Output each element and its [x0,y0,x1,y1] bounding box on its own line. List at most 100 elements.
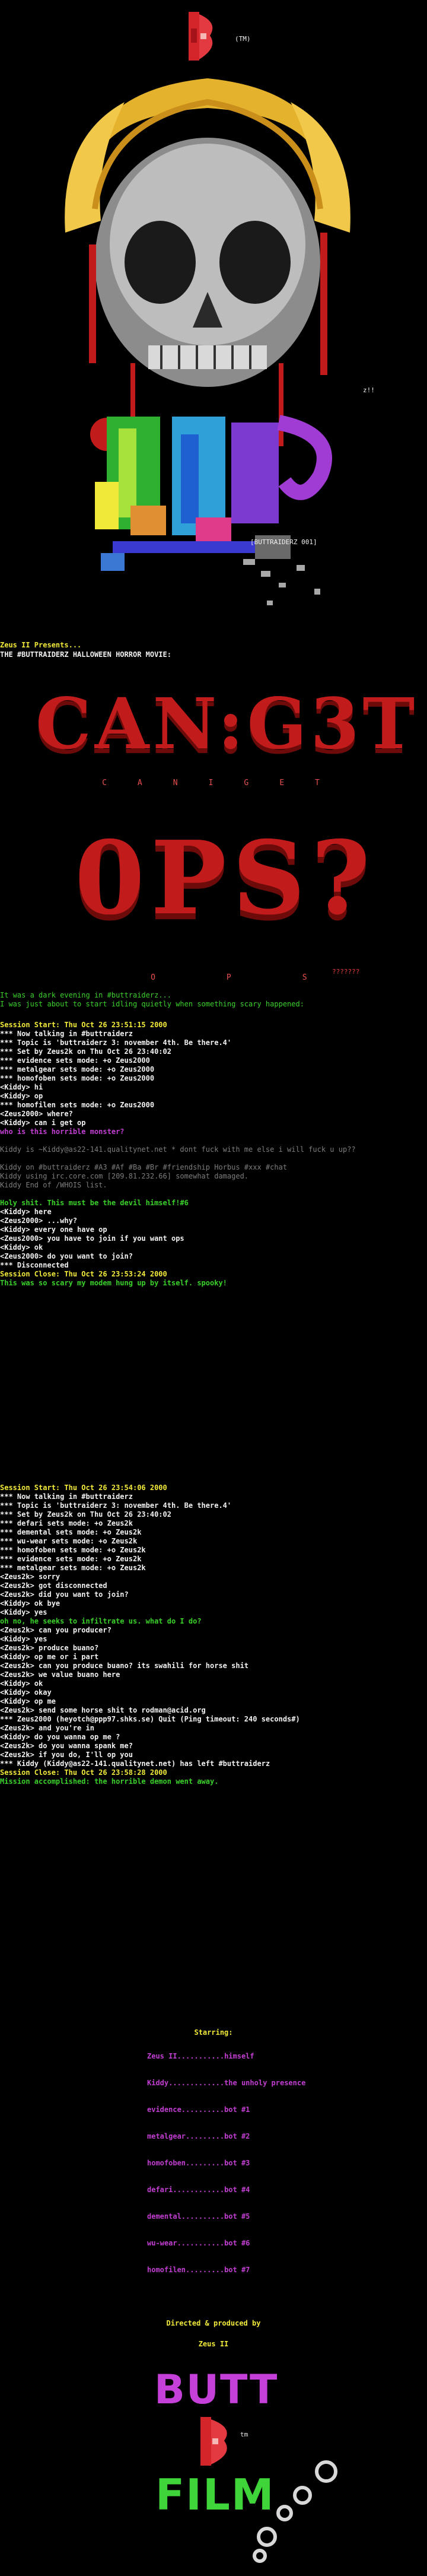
chat-line: <Kiddy> ok [0,1679,43,1688]
title-letters-1: C A N I G E T [89,779,333,787]
chat-line: *** Topic is 'buttraiderz 3: november 4t… [0,1501,232,1510]
credits-cast-row: wu-wear...........bot #6 [147,2239,384,2248]
title-letter: O [151,973,155,982]
chat-line: <Zeus2k> can you produce buano? its swah… [0,1662,249,1670]
intro-line: It was a dark evening in #buttraiderz... [0,991,171,999]
credits-cast-role: bot #7 [224,2266,250,2274]
art-tag: [BUTTRAIDERZ 001] [250,538,317,546]
chat-line: Kiddy on #buttraiderz #A3 #Af #Ba #Br #f… [0,1163,288,1171]
chat-line: *** Disconnected [0,1261,69,1269]
credits-cast-dots: ......... [186,2159,225,2167]
chat-line: <Kiddy> here [0,1208,52,1216]
chat-line: <Kiddy> yes [0,1635,47,1643]
chat-line: *** Zeus2000 (heyotch@ppp97.shks.se) Qui… [0,1715,300,1723]
credits-cast-role: himself [224,2052,254,2060]
chat-line: *** Kiddy (Kiddy@as22-141.qualitynet.net… [0,1759,270,1768]
credits-cast-role: bot #3 [224,2159,250,2167]
intro-text: It was a dark evening in #buttraiderz...… [0,991,304,1009]
chat-line: Holy shit. This must be the devil himsel… [0,1199,189,1207]
chat-line: *** Topic is 'buttraiderz 3: november 4t… [0,1038,232,1047]
chat-line: This was so scary my modem hung up by it… [0,1279,227,1287]
credits-cast-role: bot #6 [224,2239,250,2247]
chat-line: <Kiddy> okay [0,1688,52,1697]
bottom-logo: BUTT tm FILM [148,2365,350,2572]
chat-line: Kiddy is ~Kiddy@as22-141.qualitynet.net … [0,1145,356,1154]
chat-line: <Zeus2k> if you do, I'll op you [0,1751,133,1759]
credits-cast-row: homofilen.........bot #7 [147,2266,384,2275]
chat-line: <Zeus2k> sorry [0,1573,60,1581]
bottom-logo-glyph [200,2417,227,2466]
title-letter: P [226,973,231,982]
credits-cast-name: demental [147,2212,181,2221]
skull-artwork [42,66,374,618]
credits-cast-name: defari [147,2186,173,2194]
movie-line: THE #BUTTRAIDERZ HALLOWEEN HORROR MOVIE: [0,650,171,659]
credits-starring: Starring: [194,2028,233,2037]
credits-cast-row: metalgear.........bot #2 [147,2132,384,2141]
chat-line: <Zeus2000> ...why? [0,1216,78,1225]
bubbles-decoration [253,2460,337,2563]
art-signature: z!! [363,386,375,394]
credits-cast-role: bot #2 [224,2132,250,2140]
chat-log-session-2: Session Start: Thu Oct 26 23:54:06 2000 *… [0,1484,427,1786]
credits-cast-name: Kiddy [147,2079,169,2087]
chat-line [0,1190,427,1199]
credits-cast-role: bot #4 [224,2186,250,2194]
credits-cast-role: the unholy presence [224,2079,306,2087]
chat-line: *** metalgear sets mode: +o Zeus2000 [0,1065,155,1073]
title-can-get: CAN:G3T [36,682,419,765]
credits-cast-dots: ............ [173,2186,225,2194]
top-logo-glyph [189,12,213,61]
chat-line: Session Start: Thu Oct 26 23:51:15 2000 [0,1021,167,1029]
title-letter: C [102,779,107,787]
chat-line: <Kiddy> op me or i part [0,1653,99,1661]
title-letter: I [208,779,214,787]
credits-cast-dots: .......... [181,2212,225,2221]
credits-cast-role: bot #1 [224,2105,250,2114]
credits-directed: Directed & produced by [166,2319,261,2327]
chat-line: Session Close: Thu Oct 26 23:58:28 2000 [0,1768,167,1777]
chat-line: Session Start: Thu Oct 26 23:54:06 2000 [0,1484,167,1492]
chat-line: *** homofilen sets mode: +o Zeus2000 [0,1101,155,1109]
chat-line [0,1136,427,1145]
title-letter: T [315,779,320,787]
credits-cast-name: metalgear [147,2132,186,2140]
chat-line: oh no, he seeks to infiltrate us. what d… [0,1617,202,1625]
credits-cast-name: homofoben [147,2159,186,2167]
chat-line: <Zeus2k> can you producer? [0,1626,111,1634]
chat-line: <Kiddy> op me [0,1697,56,1705]
credits-cast-row: Kiddy.............the unholy presence [147,2079,384,2088]
credits-cast-name: Zeus II [147,2052,177,2060]
credits-cast-name: evidence [147,2105,181,2114]
credits-cast-row: homofoben.........bot #3 [147,2159,384,2168]
chat-log-session-1: Session Start: Thu Oct 26 23:51:15 2000 *… [0,1021,427,1288]
credits-cast-dots: ........... [177,2239,225,2247]
chat-line: <Kiddy> ok [0,1243,43,1252]
chat-line: <Zeus2000> do you want to join? [0,1252,133,1260]
chat-line: *** wu-wear sets mode: +o Zeus2k [0,1537,138,1545]
chat-line: *** demental sets mode: +o Zeus2k [0,1528,142,1536]
chat-line: <Zeus2k> we value buano here [0,1670,120,1679]
chat-line: <Kiddy> do you wanna op me ? [0,1733,120,1741]
chat-line: <Zeus2k> got disconnected [0,1581,107,1590]
title-letter: S [302,973,307,982]
chat-line: <Kiddy> ok bye [0,1599,60,1608]
credits-cast-name: wu-wear [147,2239,177,2247]
top-logo-tm: (TM) [235,35,251,43]
chat-line: *** homofoben sets mode: +o Zeus2000 [0,1074,155,1082]
chat-line: <Zeus2k> did you want to join? [0,1590,129,1599]
bottom-logo-tm: tm [240,2431,248,2438]
chat-line: *** Set by Zeus2k on Thu Oct 26 23:40:02 [0,1510,171,1519]
credits-cast-row: demental..........bot #5 [147,2212,384,2221]
bottom-logo-word-butt: BUTT [154,2367,279,2413]
chat-line: <Zeus2k> do you wanna spank me? [0,1742,133,1750]
title-letter: E [279,779,285,787]
title-letter: N [173,779,178,787]
chat-line: <Zeus2000> where? [0,1110,73,1118]
chat-line: <Zeus2k> send some horse shit to rodman@… [0,1706,206,1714]
credits-cast-name: homofilen [147,2266,186,2274]
credits-cast-row: defari............bot #4 [147,2186,384,2194]
title-question-marks: ??????? [332,968,360,976]
credits-cast-dots: ......... [186,2132,225,2140]
credits-director: Zeus II [198,2340,229,2348]
